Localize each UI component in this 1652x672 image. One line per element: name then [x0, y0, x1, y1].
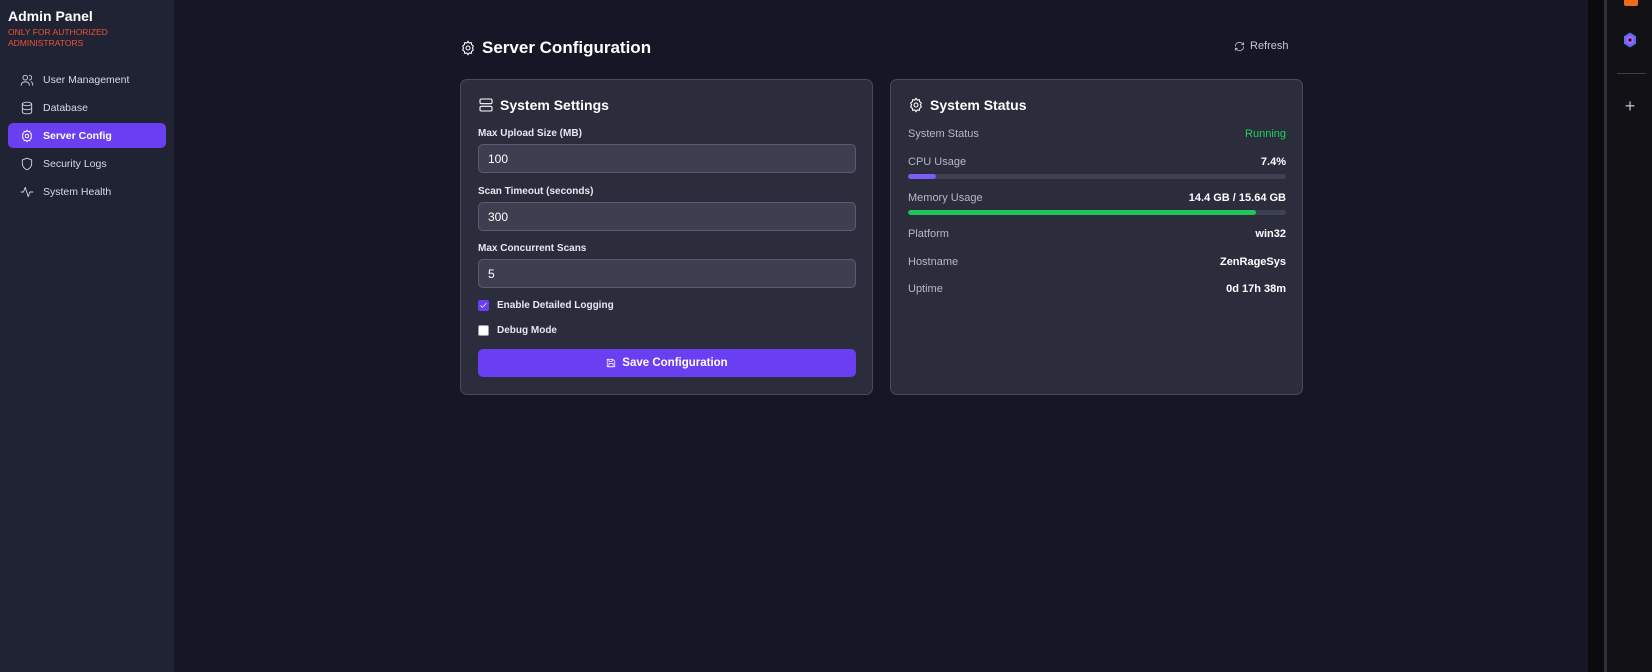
cpu-usage-value: 7.4%	[1260, 156, 1286, 168]
sidebar-item-server-config[interactable]: Server Config	[8, 123, 166, 148]
cpu-usage-bar-fill	[908, 174, 936, 179]
sidebar-item-label: Server Config	[43, 129, 112, 142]
sidebar-item-user-management[interactable]: User Management	[8, 67, 166, 92]
max-upload-input[interactable]	[478, 144, 856, 173]
gear-icon	[462, 40, 474, 56]
debug-mode-checkbox[interactable]	[478, 325, 489, 336]
sidebar: Admin Panel ONLY FOR AUTHORIZED ADMINIST…	[0, 0, 174, 672]
max-upload-label: Max Upload Size (MB)	[478, 128, 582, 139]
save-configuration-label: Save Configuration	[622, 357, 728, 369]
cpu-usage-row: CPU Usage 7.4%	[908, 156, 1286, 168]
platform-value: win32	[1255, 228, 1286, 240]
app-title: Admin Panel	[8, 8, 93, 24]
cpu-usage-bar	[908, 174, 1286, 179]
server-icon	[479, 98, 493, 112]
sidebar-nav: User Management Database Server Config S…	[8, 67, 166, 204]
platform-row: Platform win32	[908, 228, 1286, 240]
shield-icon	[20, 157, 34, 171]
memory-usage-bar-fill	[908, 210, 1257, 215]
refresh-label: Refresh	[1250, 40, 1289, 52]
sidebar-item-label: Security Logs	[43, 157, 107, 170]
page-title: Server Configuration	[460, 38, 651, 58]
copilot-icon[interactable]	[1621, 31, 1639, 49]
debug-mode-label: Debug Mode	[497, 325, 557, 336]
sidebar-item-label: System Health	[43, 185, 112, 198]
uptime-value: 0d 17h 38m	[1226, 283, 1286, 295]
sidebar-item-security-logs[interactable]: Security Logs	[8, 151, 166, 176]
save-configuration-button[interactable]: Save Configuration	[478, 349, 856, 377]
max-concurrent-input[interactable]	[478, 259, 856, 288]
memory-usage-bar	[908, 210, 1286, 215]
system-settings-card: System Settings Max Upload Size (MB) Sca…	[460, 79, 873, 395]
check-icon	[480, 302, 487, 308]
hostname-label: Hostname	[908, 256, 959, 268]
max-concurrent-label: Max Concurrent Scans	[478, 243, 587, 254]
memory-usage-row: Memory Usage 14.4 GB / 15.64 GB	[908, 192, 1286, 204]
detailed-logging-checkbox[interactable]	[478, 300, 489, 311]
system-status-value: Running	[1245, 128, 1286, 140]
hostname-row: Hostname ZenRageSys	[908, 256, 1286, 268]
uptime-row: Uptime 0d 17h 38m	[908, 283, 1286, 295]
card-title: System Settings	[478, 97, 609, 113]
sidebar-item-label: Database	[43, 101, 88, 114]
scan-timeout-input[interactable]	[478, 202, 856, 231]
sidebar-item-label: User Management	[43, 73, 130, 86]
system-status-label: System Status	[908, 128, 979, 140]
scan-timeout-label: Scan Timeout (seconds)	[478, 186, 594, 197]
card-title-text: System Settings	[500, 97, 609, 113]
sidebar-item-database[interactable]: Database	[8, 95, 166, 120]
system-status-card: System Status System Status Running CPU …	[890, 79, 1303, 395]
uptime-label: Uptime	[908, 283, 943, 295]
app-subtitle: ONLY FOR AUTHORIZED ADMINISTRATORS	[8, 27, 108, 48]
detailed-logging-row: Enable Detailed Logging	[478, 300, 614, 311]
card-title-text: System Status	[930, 97, 1027, 113]
hostname-value: ZenRageSys	[1219, 256, 1286, 268]
users-icon	[20, 73, 34, 87]
card-title: System Status	[908, 97, 1026, 113]
gear-icon	[910, 97, 922, 113]
page-title-text: Server Configuration	[482, 38, 652, 57]
memory-usage-value: 14.4 GB / 15.64 GB	[1188, 192, 1286, 204]
refresh-icon	[1234, 41, 1245, 51]
refresh-button[interactable]: Refresh	[1234, 40, 1289, 52]
cpu-usage-label: CPU Usage	[908, 156, 967, 168]
sidebar-item-system-health[interactable]: System Health	[8, 179, 166, 204]
database-icon	[20, 101, 34, 115]
extension-icon[interactable]	[1624, 0, 1638, 6]
system-status-row: System Status Running	[908, 128, 1286, 140]
platform-label: Platform	[908, 228, 949, 240]
detailed-logging-label: Enable Detailed Logging	[497, 300, 614, 311]
debug-mode-row: Debug Mode	[478, 325, 557, 336]
memory-usage-label: Memory Usage	[908, 192, 983, 204]
activity-icon	[20, 185, 34, 199]
save-icon	[607, 358, 616, 368]
gear-icon	[20, 129, 34, 143]
sidebar-separator	[1617, 73, 1646, 74]
add-icon[interactable]: +	[1622, 97, 1638, 115]
